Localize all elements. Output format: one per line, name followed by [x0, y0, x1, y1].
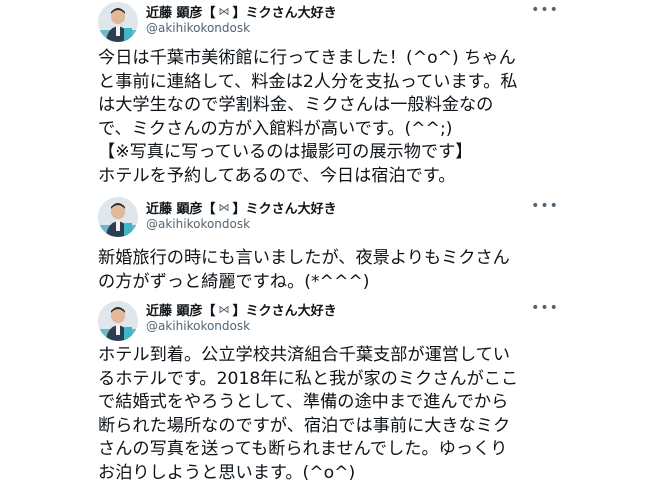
- bracket-close: 】: [232, 201, 246, 217]
- text-line: 【※写真に写っているのは撮影可の展示物です】: [98, 142, 473, 163]
- more-options-icon[interactable]: •••: [531, 2, 558, 18]
- bracket-close: 】: [232, 303, 246, 319]
- name-text: 近藤 顕彦: [146, 201, 203, 217]
- display-name[interactable]: 近藤 顕彦 【 ⋈ 】 ミクさん大好き: [146, 2, 337, 21]
- tweet-text: 今日は千葉市美術館に行ってきました！(^o^) ちゃん と事前に連絡して、料金は…: [98, 47, 568, 189]
- text-line: お泊りしようと思います。(^o^): [98, 462, 356, 483]
- tweet-text: 新婚旅行の時にも言いましたが、夜景よりもミクさん の方がずっと綺麗ですね。(*^…: [98, 247, 568, 294]
- bracket-open: 【: [202, 201, 216, 217]
- text-line: さんの写真を送っても断られませんでした。ゆっくり: [98, 439, 508, 460]
- text-line: 今日は千葉市美術館に行ってきました！(^o^) ちゃん: [98, 48, 516, 68]
- display-name[interactable]: 近藤 顕彦 【 ⋈ 】 ミクさん大好き: [146, 300, 337, 319]
- text-line: るホテルです。2018年に私と我が家のミクさんがここ: [98, 368, 519, 389]
- tweet-text: ホテル到着。公立学校共済組合千葉支部が運営してい るホテルです。2018年に私と…: [98, 344, 568, 486]
- handle[interactable]: @akihikokondosk: [146, 217, 250, 231]
- avatar[interactable]: [98, 2, 138, 42]
- mail-icon: ⋈: [218, 302, 230, 316]
- mail-icon: ⋈: [218, 200, 230, 214]
- text-line: は大学生なので学割料金、ミクさんは一般料金なの: [98, 95, 494, 116]
- text-line: で、ミクさんの方が入館料が高いです。(^^;): [98, 118, 453, 139]
- name-tagline: ミクさん大好き: [245, 5, 337, 21]
- bracket-open: 【: [202, 303, 216, 319]
- text-line: 断られた場所なのですが、宿泊では事前に大きなミク: [98, 415, 511, 436]
- name-text: 近藤 顕彦: [146, 5, 203, 21]
- text-line: ホテル到着。公立学校共済組合千葉支部が運営してい: [98, 345, 510, 365]
- tweet-1: 近藤 顕彦 【 ⋈ 】 ミクさん大好き @akihikokondosk ••• …: [0, 0, 650, 190]
- handle[interactable]: @akihikokondosk: [146, 21, 250, 35]
- name-tagline: ミクさん大好き: [245, 303, 337, 319]
- text-line: 新婚旅行の時にも言いましたが、夜景よりもミクさん: [98, 248, 510, 268]
- avatar[interactable]: [98, 197, 138, 237]
- text-line: の方がずっと綺麗ですね。(*^^^): [98, 271, 370, 292]
- bracket-open: 【: [202, 5, 216, 21]
- display-name[interactable]: 近藤 顕彦 【 ⋈ 】 ミクさん大好き: [146, 198, 337, 217]
- name-tagline: ミクさん大好き: [245, 201, 337, 217]
- handle[interactable]: @akihikokondosk: [146, 319, 250, 333]
- text-line: と事前に連絡して、料金は2人分を支払っています。私: [98, 71, 518, 92]
- bracket-close: 】: [232, 5, 246, 21]
- text-line: ホテルを予約してあるので、今日は宿泊です。: [98, 165, 456, 186]
- text-line: で結婚式をやろうとして、準備の途中まで進んでから: [98, 392, 509, 413]
- more-options-icon[interactable]: •••: [531, 198, 558, 214]
- avatar[interactable]: [98, 301, 138, 341]
- more-options-icon[interactable]: •••: [531, 300, 558, 316]
- mail-icon: ⋈: [218, 4, 230, 18]
- name-text: 近藤 顕彦: [146, 303, 203, 319]
